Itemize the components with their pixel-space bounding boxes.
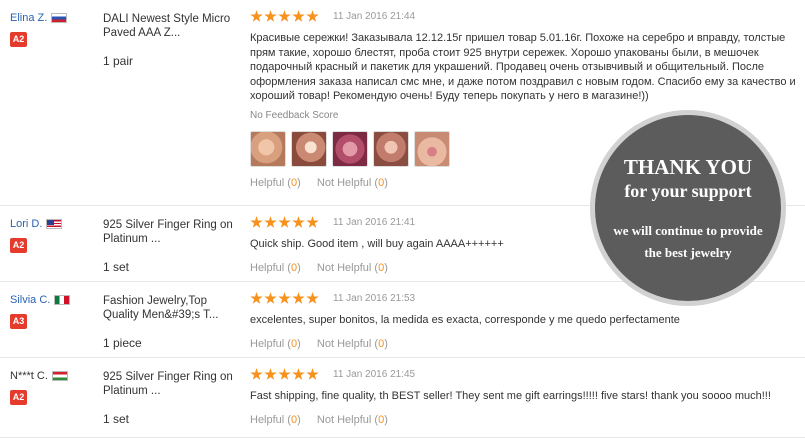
not-helpful-button[interactable]: Not Helpful (0): [317, 414, 388, 426]
product-info: DALI Newest Style Micro Paved AAA Z... 1…: [103, 12, 238, 68]
thank-you-title: THANK YOU: [623, 155, 753, 179]
hungary-flag-icon: [51, 371, 68, 381]
star-icon: [278, 292, 291, 304]
not-helpful-button[interactable]: Not Helpful (0): [317, 338, 388, 350]
reviewer-name[interactable]: Lori D.: [10, 218, 42, 230]
buyer-level-badge: A2: [10, 390, 27, 405]
review-comment: Красивые сережки! Заказывала 12.12.15г п…: [250, 32, 796, 102]
thank-you-line-1: we will continue to provide: [613, 223, 763, 238]
earring-photo-thumbnail[interactable]: [250, 130, 286, 167]
helpful-button[interactable]: Helpful (0): [250, 414, 301, 426]
star-icon: [306, 368, 319, 380]
star-icon: [292, 10, 305, 22]
star-icon: [278, 216, 291, 228]
thank-you-badge: THANK YOU for your support we will conti…: [595, 115, 781, 301]
quantity: 1 set: [103, 260, 130, 274]
star-rating: [250, 216, 319, 229]
star-icon: [278, 10, 291, 22]
russia-flag-icon: [51, 13, 68, 23]
product-title[interactable]: DALI Newest Style Micro Paved AAA Z...: [103, 12, 238, 40]
earring-photo-thumbnail[interactable]: [414, 130, 450, 167]
reviewer-info: N***t C. A2: [10, 370, 100, 405]
earring-photo-thumbnail[interactable]: [332, 130, 368, 167]
review-comment: excelentes, super bonitos, la medida es …: [250, 314, 680, 326]
earring-photo-thumbnail[interactable]: [373, 130, 409, 167]
review-date: 11 Jan 2016 21:44: [333, 11, 416, 22]
review-body: 11 Jan 2016 21:45 Fast shipping, fine qu…: [250, 368, 800, 426]
product-info: 925 Silver Finger Ring on Platinum ... 1…: [103, 218, 238, 274]
quantity: 1 pair: [103, 54, 134, 68]
star-icon: [278, 368, 291, 380]
helpful-button[interactable]: Helpful (0): [250, 338, 301, 350]
not-helpful-button[interactable]: Not Helpful (0): [317, 262, 388, 274]
star-icon: [306, 292, 319, 304]
star-icon: [306, 10, 319, 22]
reviewer-name[interactable]: Silvia C.: [10, 294, 50, 306]
earring-photo-thumbnail[interactable]: [291, 130, 327, 167]
reviewer-info: Lori D. A2: [10, 218, 100, 253]
helpful-votes: Helpful (0) Not Helpful (0): [250, 338, 800, 350]
review-date: 11 Jan 2016 21:53: [333, 293, 416, 304]
reviewer-name[interactable]: Elina Z.: [10, 12, 47, 24]
product-info: Fashion Jewelry,Top Quality Men&#39;s T.…: [103, 294, 238, 350]
product-title[interactable]: 925 Silver Finger Ring on Platinum ...: [103, 218, 238, 246]
reviewer-info: Elina Z. A2: [10, 12, 100, 47]
quantity: 1 set: [103, 412, 130, 426]
mexico-flag-icon: [54, 295, 71, 305]
helpful-button[interactable]: Helpful (0): [250, 262, 301, 274]
star-icon: [292, 292, 305, 304]
star-icon: [250, 368, 263, 380]
star-rating: [250, 368, 319, 381]
review-date: 11 Jan 2016 21:41: [333, 217, 416, 228]
star-icon: [306, 216, 319, 228]
review-date: 11 Jan 2016 21:45: [333, 369, 416, 380]
star-rating: [250, 292, 319, 305]
reviewer-name[interactable]: N***t C.: [10, 370, 48, 382]
buyer-level-badge: A3: [10, 314, 27, 329]
star-icon: [292, 216, 305, 228]
star-rating: [250, 10, 319, 23]
helpful-votes: Helpful (0) Not Helpful (0): [250, 414, 800, 426]
reviewer-info: Silvia C. A3: [10, 294, 100, 329]
quantity: 1 piece: [103, 336, 142, 350]
star-icon: [250, 216, 263, 228]
buyer-level-badge: A2: [10, 32, 27, 47]
star-icon: [292, 368, 305, 380]
thank-you-line-2: the best jewelry: [644, 245, 732, 260]
buyer-level-badge: A2: [10, 238, 27, 253]
star-icon: [264, 292, 277, 304]
star-icon: [250, 10, 263, 22]
thank-you-subtitle: for your support: [624, 181, 752, 201]
product-title[interactable]: Fashion Jewelry,Top Quality Men&#39;s T.…: [103, 294, 238, 322]
star-icon: [264, 216, 277, 228]
product-title[interactable]: 925 Silver Finger Ring on Platinum ...: [103, 370, 238, 398]
usa-flag-icon: [46, 219, 63, 229]
review-row: N***t C. A2 925 Silver Finger Ring on Pl…: [0, 358, 805, 438]
star-icon: [264, 10, 277, 22]
product-info: 925 Silver Finger Ring on Platinum ... 1…: [103, 370, 238, 426]
star-icon: [250, 292, 263, 304]
star-icon: [264, 368, 277, 380]
helpful-button[interactable]: Helpful (0): [250, 177, 301, 189]
review-comment: Fast shipping, fine quality, th BEST sel…: [250, 390, 771, 402]
not-helpful-button[interactable]: Not Helpful (0): [317, 177, 388, 189]
